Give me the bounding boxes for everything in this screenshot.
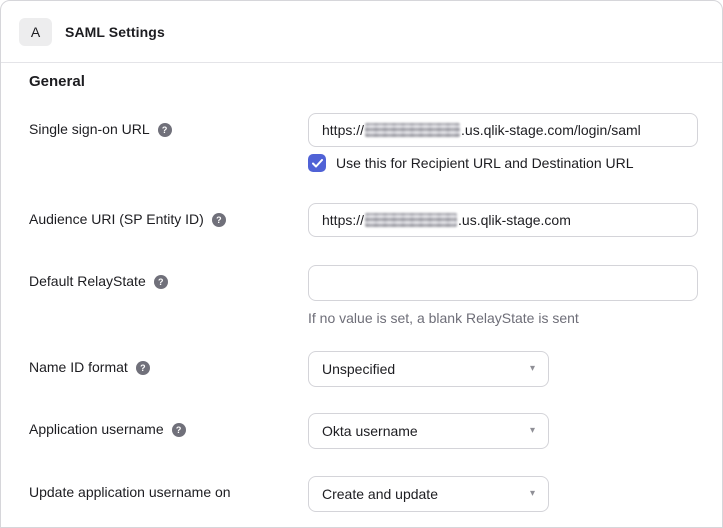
sso-url-controls: https:// .us.qlik-stage.com/login/saml Us… [308,113,698,172]
help-icon[interactable]: ? [154,275,168,289]
sso-url-value-suffix: .us.qlik-stage.com/login/saml [461,122,641,138]
sso-url-label-group: Single sign-on URL ? [29,113,308,138]
recipient-url-checkbox[interactable] [308,154,326,172]
recipient-url-checkbox-label: Use this for Recipient URL and Destinati… [336,155,634,171]
recipient-url-checkbox-row: Use this for Recipient URL and Destinati… [308,154,698,172]
redacted-text [365,213,457,227]
help-icon[interactable]: ? [158,123,172,137]
app-username-value: Okta username [322,423,418,439]
help-icon[interactable]: ? [136,361,150,375]
name-id-format-label: Name ID format [29,359,128,376]
panel-header: A SAML Settings [1,1,722,63]
app-username-label-group: Application username ? [29,413,308,438]
field-row-audience-uri: Audience URI (SP Entity ID) ? https:// .u… [29,203,696,237]
app-username-controls: Okta username ▾ [308,413,696,449]
relaystate-label: Default RelayState [29,273,146,290]
check-icon [312,159,323,168]
dropdown-arrow-icon: ▾ [530,426,535,436]
update-app-username-value: Create and update [322,486,438,502]
name-id-format-controls: Unspecified ▾ [308,351,696,387]
update-app-username-controls: Create and update ▾ [308,476,696,512]
update-app-username-label-group: Update application username on [29,476,308,501]
audience-uri-input[interactable]: https:// .us.qlik-stage.com [308,203,698,237]
field-row-app-username: Application username ? Okta username ▾ [29,413,696,449]
help-icon[interactable]: ? [212,213,226,227]
dropdown-arrow-icon: ▾ [530,364,535,374]
field-row-update-app-username: Update application username on Create an… [29,476,696,512]
app-username-label: Application username [29,421,164,438]
field-row-sso-url: Single sign-on URL ? https:// .us.qlik-st… [29,113,696,172]
name-id-format-label-group: Name ID format ? [29,351,308,376]
name-id-format-value: Unspecified [322,361,395,377]
field-row-name-id-format: Name ID format ? Unspecified ▾ [29,351,696,387]
section-title: SAML Settings [65,24,165,40]
sso-url-value-prefix: https:// [322,122,364,138]
app-username-select[interactable]: Okta username ▾ [308,413,549,449]
section-badge: A [19,18,52,46]
relaystate-controls: If no value is set, a blank RelayState i… [308,265,698,327]
dropdown-arrow-icon: ▾ [530,489,535,499]
update-app-username-label: Update application username on [29,484,231,501]
field-row-relaystate: Default RelayState ? If no value is set,… [29,265,696,327]
audience-uri-value-prefix: https:// [322,212,364,228]
saml-settings-panel: A SAML Settings General Single sign-on U… [0,0,723,528]
default-relaystate-input[interactable] [308,265,698,301]
relaystate-label-group: Default RelayState ? [29,265,308,290]
redacted-text [365,123,460,137]
name-id-format-select[interactable]: Unspecified ▾ [308,351,549,387]
help-icon[interactable]: ? [172,423,186,437]
sso-url-input[interactable]: https:// .us.qlik-stage.com/login/saml [308,113,698,147]
update-app-username-select[interactable]: Create and update ▾ [308,476,549,512]
sso-url-label: Single sign-on URL [29,121,150,138]
audience-uri-label-group: Audience URI (SP Entity ID) ? [29,203,308,228]
relaystate-hint: If no value is set, a blank RelayState i… [308,309,698,327]
audience-uri-controls: https:// .us.qlik-stage.com [308,203,698,237]
audience-uri-label: Audience URI (SP Entity ID) [29,211,204,228]
audience-uri-value-suffix: .us.qlik-stage.com [458,212,571,228]
panel-body: General Single sign-on URL ? https:// .us… [1,63,722,512]
general-heading: General [29,73,696,91]
